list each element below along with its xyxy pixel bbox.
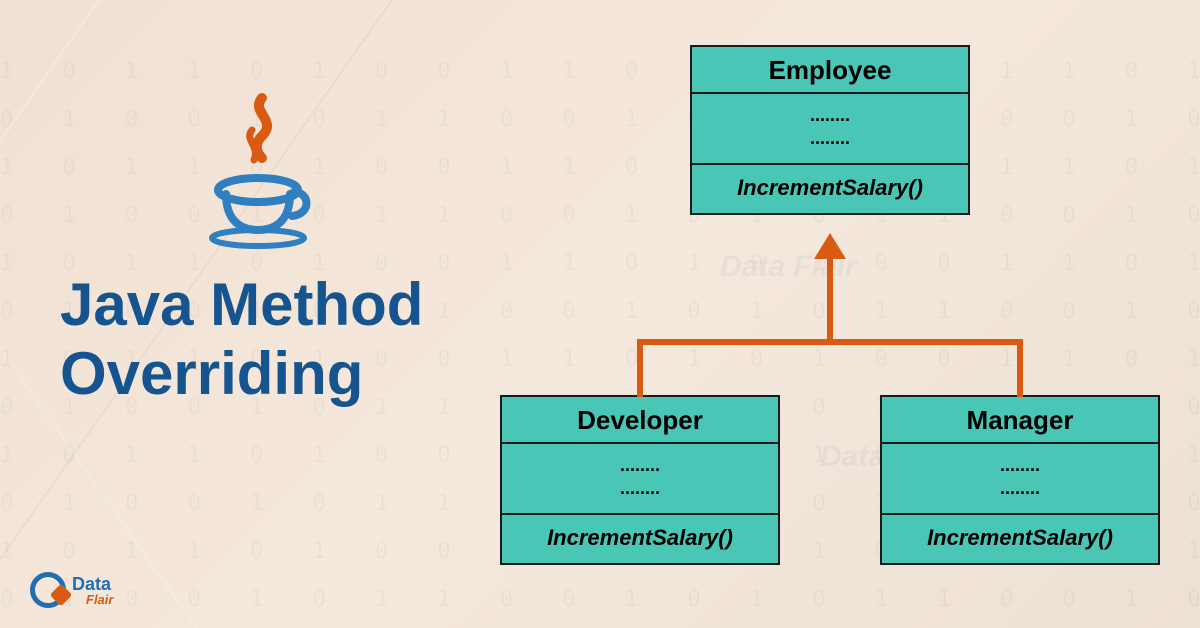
attr-placeholder: ........ <box>890 477 1150 500</box>
class-name: Employee <box>692 47 968 94</box>
uml-inheritance-diagram: Employee ........ ........ IncrementSala… <box>500 45 1200 605</box>
attr-placeholder: ........ <box>510 477 770 500</box>
attr-placeholder: ........ <box>890 454 1150 477</box>
dataflair-logo-icon <box>30 572 66 608</box>
class-method: IncrementSalary() <box>502 515 778 563</box>
title-line-2: Overriding <box>60 339 423 408</box>
uml-class-employee: Employee ........ ........ IncrementSala… <box>690 45 970 215</box>
brand-line-1: Data <box>72 575 113 593</box>
class-method: IncrementSalary() <box>692 165 968 213</box>
title-line-1: Java Method <box>60 270 423 339</box>
uml-class-manager: Manager ........ ........ IncrementSalar… <box>880 395 1160 565</box>
class-attributes: ........ ........ <box>502 444 778 515</box>
attr-placeholder: ........ <box>700 127 960 150</box>
brand-line-2: Flair <box>86 593 113 606</box>
java-logo-icon <box>200 90 320 250</box>
dataflair-logo-text: Data Flair <box>72 575 113 606</box>
class-name: Developer <box>502 397 778 444</box>
dataflair-logo: Data Flair <box>30 572 113 608</box>
attr-placeholder: ........ <box>510 454 770 477</box>
class-attributes: ........ ........ <box>882 444 1158 515</box>
class-method: IncrementSalary() <box>882 515 1158 563</box>
page-title: Java Method Overriding <box>60 270 423 408</box>
class-attributes: ........ ........ <box>692 94 968 165</box>
attr-placeholder: ........ <box>700 104 960 127</box>
class-name: Manager <box>882 397 1158 444</box>
uml-class-developer: Developer ........ ........ IncrementSal… <box>500 395 780 565</box>
